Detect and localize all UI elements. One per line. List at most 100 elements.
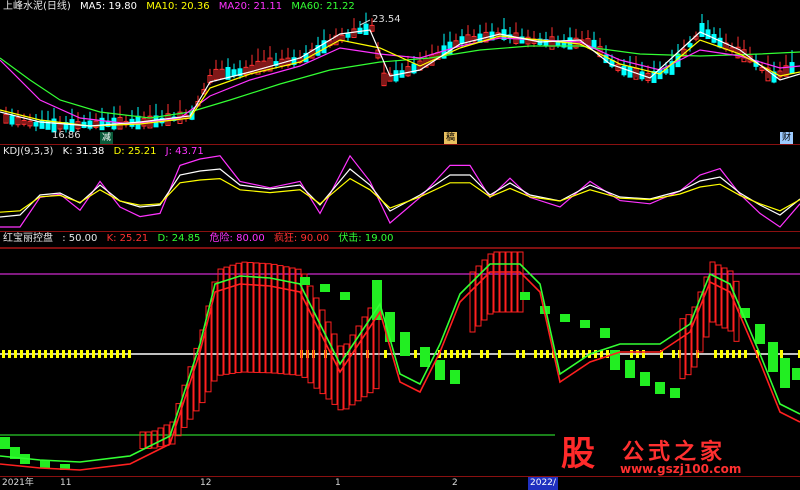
- event-badge-finance[interactable]: 财: [780, 132, 794, 144]
- watermark-char: 股: [561, 434, 595, 474]
- watermark-url: www.gszj100.com: [620, 462, 742, 476]
- rising-bar: [517, 251, 524, 313]
- watermark-logo: 股 公式之家 www.gszj100.com: [552, 432, 792, 478]
- signal-tick: [110, 350, 113, 358]
- event-badge-reduce[interactable]: 减: [100, 132, 114, 144]
- candle-body: [459, 36, 465, 44]
- signal-tick: [8, 350, 11, 358]
- signal-tick: [32, 350, 35, 358]
- falling-bar: [600, 328, 610, 338]
- kdj-k-value: K: 31.38: [62, 146, 105, 157]
- signal-tick: [14, 350, 17, 358]
- axis-label-2021: 2021年: [2, 478, 34, 488]
- signal-tick: [570, 350, 573, 358]
- stock-title: 上峰水泥(日线): [3, 1, 71, 12]
- falling-bar: [0, 437, 10, 449]
- candle-body: [699, 23, 705, 37]
- kdj-panel[interactable]: KDJ(9,3,3) K: 31.38 D: 25.21 J: 43.71: [0, 145, 800, 231]
- ma20-label: MA20: 21.11: [218, 1, 283, 12]
- signal-tick: [26, 350, 29, 358]
- rising-bar: [313, 297, 320, 389]
- candle-body: [9, 115, 15, 125]
- signal-tick: [38, 350, 41, 358]
- rising-bar: [157, 427, 164, 448]
- rising-bar: [277, 265, 284, 375]
- signal-tick: [672, 350, 675, 358]
- falling-bar: [792, 368, 800, 380]
- axis-label-2: 2: [452, 478, 458, 488]
- kdj-j-value: J: 43.71: [165, 146, 204, 157]
- falling-bar: [670, 388, 680, 398]
- rising-bar: [241, 261, 248, 373]
- signal-tick: [2, 350, 5, 358]
- rising-bar: [283, 266, 290, 375]
- signal-tick: [116, 350, 119, 358]
- falling-bar: [520, 292, 530, 300]
- signal-tick: [486, 350, 489, 358]
- candle-body: [705, 29, 711, 40]
- falling-bar: [420, 347, 430, 367]
- kdj-k-line: [0, 168, 800, 218]
- signal-tick: [384, 350, 387, 358]
- rising-bar: [505, 251, 512, 313]
- rising-bar: [709, 261, 716, 323]
- rising-bar: [259, 262, 266, 374]
- hb-ambush-value: 伏击: 19.00: [338, 233, 394, 244]
- signal-tick: [20, 350, 23, 358]
- hb-crazy-value: 疯狂: 90.00: [273, 233, 330, 244]
- signal-tick: [498, 350, 501, 358]
- signal-tick: [62, 350, 65, 358]
- falling-bar: [450, 370, 460, 384]
- rising-bar: [331, 333, 338, 405]
- candle-body: [363, 23, 369, 35]
- falling-bar: [435, 360, 445, 380]
- falling-bar: [780, 358, 790, 388]
- candle-body: [621, 65, 627, 76]
- rising-bar: [487, 253, 494, 315]
- signal-tick: [56, 350, 59, 358]
- rising-bar: [721, 267, 728, 329]
- rising-bar: [271, 263, 278, 374]
- axis-label-1: 1: [335, 478, 341, 488]
- rising-bar: [493, 251, 500, 313]
- event-badge-draft[interactable]: 稿: [444, 132, 458, 144]
- falling-bar: [755, 324, 765, 344]
- rising-bar: [511, 251, 518, 313]
- signal-tick: [68, 350, 71, 358]
- signal-tick: [50, 350, 53, 358]
- rising-bar: [217, 268, 224, 376]
- signal-tick: [780, 350, 783, 358]
- signal-tick: [86, 350, 89, 358]
- price-panel[interactable]: 上峰水泥(日线) MA5: 19.80 MA10: 20.36 MA20: 21…: [0, 0, 800, 144]
- rising-bar: [229, 264, 236, 374]
- signal-tick: [414, 350, 417, 358]
- axis-label-12: 12: [200, 478, 212, 488]
- signal-tick: [546, 350, 549, 358]
- rising-bar: [139, 431, 146, 449]
- candle-body: [87, 120, 93, 129]
- kdj-d-value: D: 25.21: [113, 146, 157, 157]
- falling-bar: [340, 292, 350, 300]
- kdj-legend: KDJ(9,3,3) K: 31.38 D: 25.21 J: 43.71: [0, 145, 210, 159]
- signal-tick: [564, 350, 567, 358]
- candle-body: [687, 43, 693, 48]
- signal-tick: [122, 350, 125, 358]
- rising-bar: [337, 345, 344, 411]
- kdj-title: KDJ(9,3,3): [3, 146, 54, 157]
- signal-tick: [444, 350, 447, 358]
- signal-tick: [732, 350, 735, 358]
- falling-bar: [768, 342, 778, 372]
- candle-body: [717, 37, 723, 48]
- ma5-label: MA5: 19.80: [80, 1, 138, 12]
- time-axis: 2021年 11 12 1 2 2022/: [0, 476, 800, 490]
- rising-bar: [325, 321, 332, 400]
- rising-bar: [253, 262, 260, 373]
- candle-body: [393, 70, 399, 82]
- signal-tick: [522, 350, 525, 358]
- hb-k-value: K: 25.21: [106, 233, 149, 244]
- hb-value: : 50.00: [62, 233, 98, 244]
- signal-tick: [480, 350, 483, 358]
- high-price-label: 23.54: [372, 14, 401, 25]
- candle-body: [33, 122, 39, 127]
- falling-bar: [320, 284, 330, 292]
